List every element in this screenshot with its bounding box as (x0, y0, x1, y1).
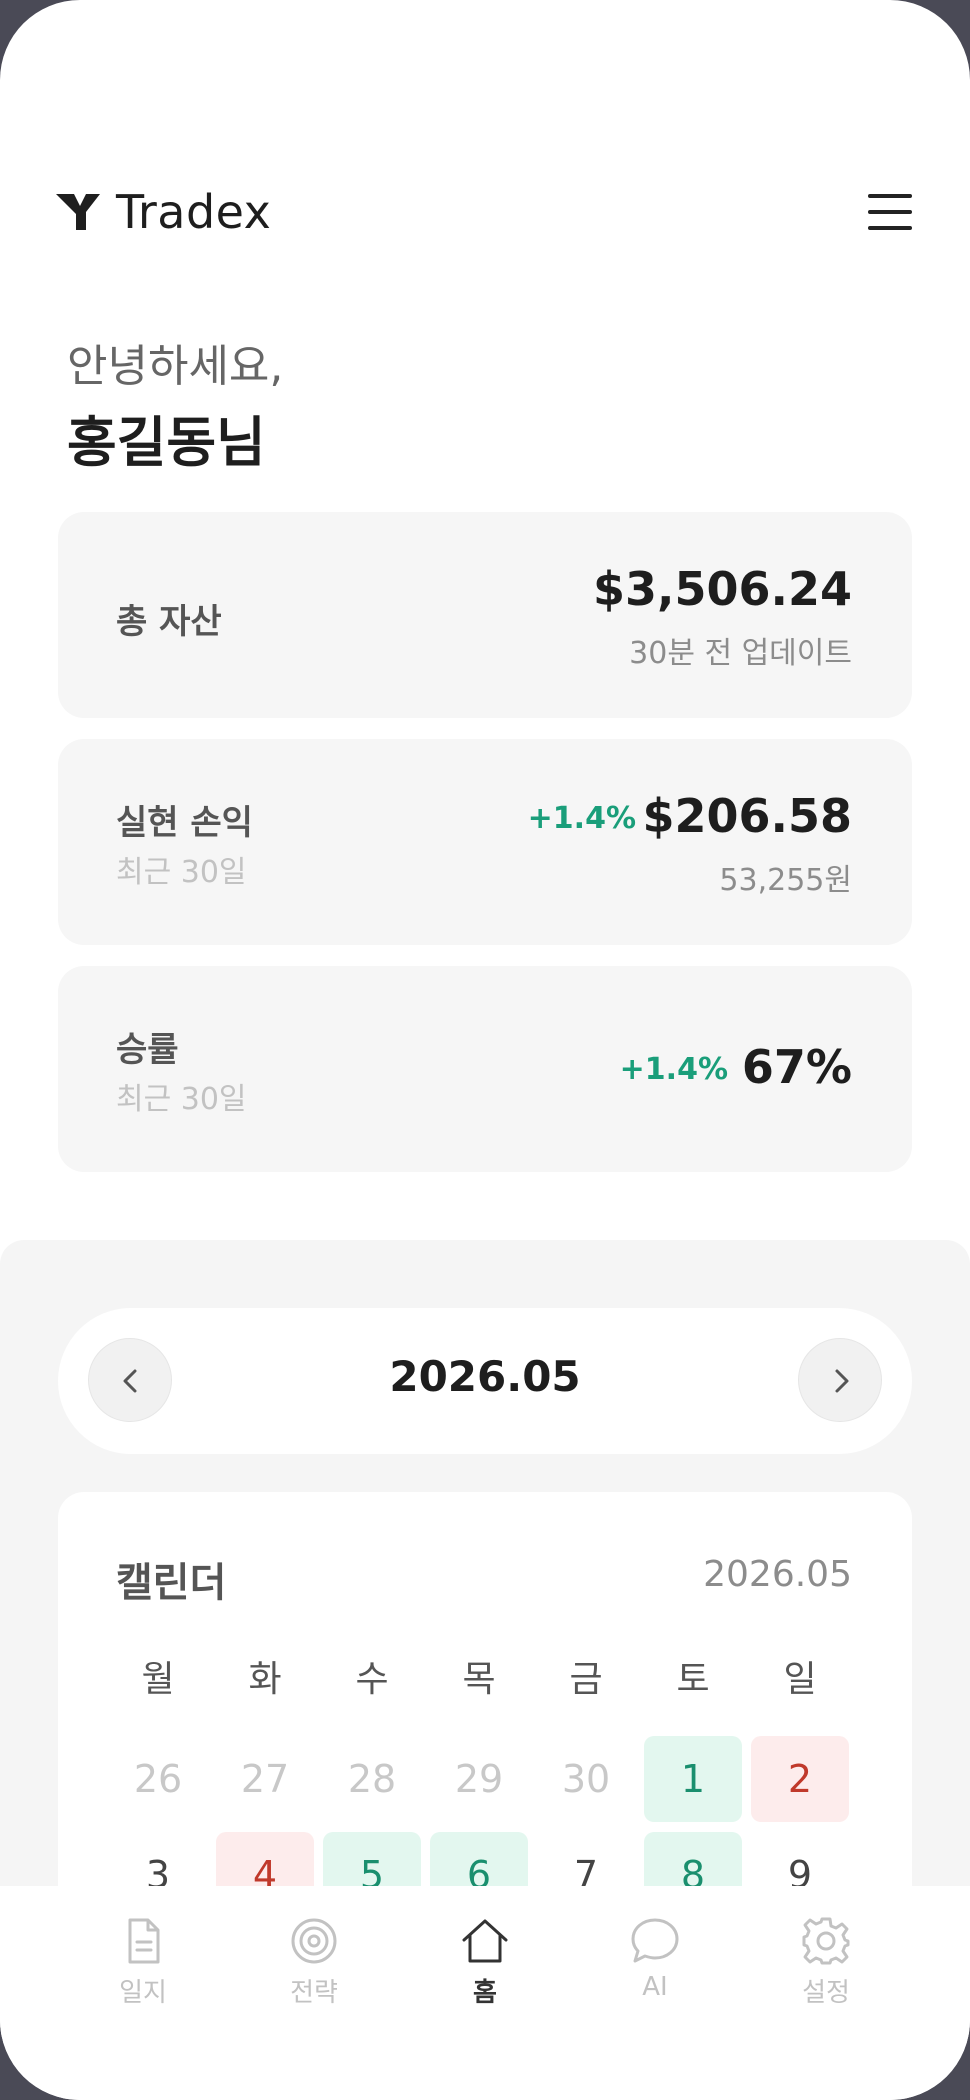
realized-pnl-value: $206.58 (642, 789, 852, 843)
tab-settings[interactable]: 설정 (761, 1916, 891, 2026)
weekday-label: 금 (569, 1659, 603, 1700)
weekday-label: 목 (462, 1659, 496, 1700)
app-header: Tradex (56, 180, 914, 244)
weekday-label: 월 (141, 1659, 175, 1700)
bottom-tab-bar: 일지 전략 홈 AI 설정 (0, 1886, 970, 2100)
document-icon (128, 1918, 160, 1964)
realized-pnl-krw: 53,255원 (719, 863, 852, 898)
calendar-section: 2026.05 캘린더 2026.05 월 화 수 목 금 토 일 26 27 28 29 30 1 2… (0, 1240, 970, 2092)
total-assets-label: 총 자산 (116, 602, 222, 642)
menu-button[interactable] (866, 188, 914, 236)
weekday-label: 수 (355, 1659, 389, 1700)
realized-pnl-period: 최근 30일 (116, 855, 247, 890)
calendar-day[interactable]: 30 (537, 1736, 635, 1822)
tab-strategy[interactable]: 전략 (249, 1916, 379, 2026)
gear-icon (802, 1917, 850, 1965)
update-time: 30분 전 업데이트 (629, 636, 852, 671)
tab-settings-label: 설정 (802, 1978, 850, 2008)
calendar-title: 캘린더 (116, 1560, 227, 1606)
tab-strategy-label: 전략 (290, 1978, 338, 2008)
tab-home[interactable]: 홈 (420, 1916, 550, 2026)
tradex-logo-icon (56, 194, 100, 230)
calendar-day[interactable]: 26 (109, 1736, 207, 1822)
calendar-day[interactable]: 1 (644, 1736, 742, 1822)
tab-home-label: 홈 (473, 1978, 497, 2008)
win-rate-change: +1.4% (619, 1052, 728, 1087)
weekday-header: 월화수목금토일 (100, 1650, 856, 1700)
calendar-month: 2026.05 (703, 1554, 852, 1595)
realized-pnl-label: 실현 손익 (116, 803, 253, 843)
calendar-day[interactable]: 29 (430, 1736, 528, 1822)
calendar-day[interactable]: 2 (751, 1736, 849, 1822)
home-icon (462, 1919, 508, 1963)
win-rate-value: 67% (741, 1040, 852, 1094)
user-name: 홍길동님 (67, 411, 266, 474)
win-rate-card[interactable]: 승률 최근 30일 +1.4% 67% (58, 966, 912, 1172)
target-icon (291, 1918, 337, 1964)
tab-ai[interactable]: AI (590, 1916, 720, 2026)
calendar-day[interactable]: 28 (323, 1736, 421, 1822)
realized-pnl-change: +1.4% (527, 801, 636, 836)
greeting-text: 안녕하세요, (67, 341, 284, 392)
current-month: 2026.05 (389, 1352, 581, 1401)
tab-journal[interactable]: 일지 (78, 1916, 208, 2026)
realized-pnl-card[interactable]: 실현 손익 최근 30일 +1.4% $206.58 53,255원 (58, 739, 912, 945)
chevron-right-icon (835, 1369, 849, 1393)
brand-logo[interactable]: Tradex (56, 180, 271, 244)
chat-bubble-icon (631, 1918, 679, 1963)
app-screen: Tradex 안녕하세요, 홍길동님 총 자산 $3,506.24 30분 전 … (0, 0, 970, 2100)
total-assets-card[interactable]: 총 자산 $3,506.24 30분 전 업데이트 (58, 512, 912, 718)
next-month-button[interactable] (798, 1338, 882, 1422)
hamburger-icon (868, 194, 912, 198)
win-rate-period: 최근 30일 (116, 1082, 247, 1117)
brand-name: Tradex (116, 185, 272, 239)
weekday-label: 화 (248, 1659, 282, 1700)
month-navigator: 2026.05 (58, 1308, 912, 1454)
calendar-day[interactable]: 27 (216, 1736, 314, 1822)
weekday-label: 일 (783, 1659, 817, 1700)
win-rate-label: 승률 (116, 1030, 179, 1070)
tab-journal-label: 일지 (119, 1978, 167, 2008)
weekday-label: 토 (676, 1659, 710, 1700)
total-assets-value: $3,506.24 (593, 562, 852, 616)
tab-ai-label: AI (642, 1972, 668, 2002)
